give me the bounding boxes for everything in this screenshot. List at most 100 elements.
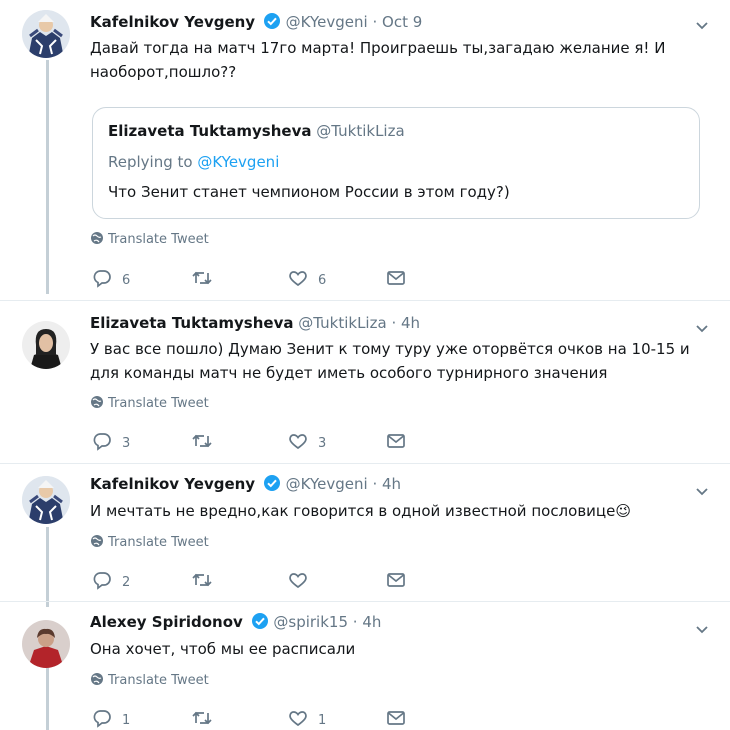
replying-to-handle[interactable]: @KYevgeni [197,153,279,171]
user-handle[interactable]: @spirik15 [273,613,348,631]
chevron-down-icon[interactable] [696,16,708,30]
avatar[interactable] [22,10,70,58]
reply-button[interactable]: 6 [92,268,130,288]
retweet-button[interactable] [191,570,223,590]
like-count: 1 [318,713,327,728]
separator-dot: · [372,13,378,31]
reply-button[interactable]: 1 [92,708,130,728]
translate-tweet-link[interactable]: Translate Tweet [90,231,209,247]
like-icon [289,271,307,287]
translate-tweet-link[interactable]: Translate Tweet [90,395,209,411]
tweet-3[interactable]: Kafelnikov Yevgeny @KYevgeni · 4h И мечт… [0,464,730,601]
chevron-down-icon[interactable] [696,482,708,496]
reply-count: 6 [122,273,131,288]
avatar[interactable] [22,620,70,668]
retweet-icon [192,711,212,725]
translate-label: Translate Tweet [108,535,209,550]
retweet-icon [192,573,212,587]
timestamp[interactable]: 4h [362,613,381,631]
chevron-down-icon[interactable] [696,319,708,333]
tweet-header: Elizaveta Tuktamysheva @TuktikLiza · 4h [90,313,420,333]
quoted-display-name: Elizaveta Tuktamysheva [108,122,312,140]
tweet-2[interactable]: Elizaveta Tuktamysheva @TuktikLiza · 4h … [0,301,730,463]
tweet-text-body: И мечтать не вредно,как говорится в одно… [90,502,616,520]
reply-icon [93,572,111,590]
reply-icon [93,710,111,728]
like-button[interactable]: 1 [288,708,326,728]
display-name[interactable]: Alexey Spiridonov [90,613,243,631]
direct-message-icon [387,271,405,285]
user-handle[interactable]: @TuktikLiza [298,314,386,332]
retweet-icon [192,434,212,448]
display-name[interactable]: Kafelnikov Yevgeny [90,475,255,493]
translate-tweet-link[interactable]: Translate Tweet [90,534,209,550]
replying-to-label: Replying to [108,153,193,171]
like-button[interactable]: 6 [288,268,326,288]
tweet-text: У вас все пошло) Думаю Зенит к тому туру… [90,340,690,382]
direct-message-icon [387,573,405,587]
timestamp[interactable]: Oct 9 [382,13,422,31]
separator-dot: · [372,475,378,493]
quoted-header: Elizaveta Tuktamysheva @TuktikLiza [108,122,405,140]
direct-message-icon [387,711,405,725]
globe-icon [91,396,103,408]
globe-icon [91,232,103,244]
timestamp[interactable]: 4h [382,475,401,493]
verified-badge-icon [263,474,281,497]
tweet-1[interactable]: Kafelnikov Yevgeny @KYevgeni · Oct 9 Дав… [0,0,730,300]
tweet-text: Давай тогда на матч 17го марта! Проиграе… [90,39,666,81]
like-icon [289,573,307,589]
wink-emoji: 😉 [615,502,631,520]
direct-message-button[interactable] [386,708,406,728]
translate-tweet-link[interactable]: Translate Tweet [90,672,209,688]
tweet-header: Kafelnikov Yevgeny @KYevgeni · 4h [90,474,401,497]
like-icon [289,434,307,450]
reply-count: 2 [122,575,131,590]
globe-icon [91,535,103,547]
reply-icon [93,433,111,451]
direct-message-button[interactable] [386,570,406,590]
quoted-tweet[interactable]: Elizaveta Tuktamysheva @TuktikLiza Reply… [92,107,700,219]
translate-label: Translate Tweet [108,396,209,411]
timestamp[interactable]: 4h [401,314,420,332]
retweet-icon [192,271,212,285]
retweet-button[interactable] [191,268,223,288]
like-button[interactable] [288,570,318,590]
reply-button[interactable]: 3 [92,431,130,451]
like-icon [289,711,307,727]
user-handle[interactable]: @KYevgeni [286,475,368,493]
translate-label: Translate Tweet [108,673,209,688]
globe-icon [91,673,103,685]
reply-icon [93,270,111,288]
tweet-4[interactable]: Alexey Spiridonov @spirik15 · 4h Она хоч… [0,602,730,730]
tweet-text: И мечтать не вредно,как говорится в одно… [90,499,700,523]
replying-to: Replying to @KYevgeni [108,153,279,171]
user-handle[interactable]: @KYevgeni [286,13,368,31]
separator-dot: · [352,613,358,631]
verified-badge-icon [263,12,281,35]
avatar[interactable] [22,476,70,524]
like-count: 6 [318,273,327,288]
quoted-text: Что Зенит станет чемпионом России в этом… [108,183,510,201]
like-count: 3 [318,436,327,451]
translate-label: Translate Tweet [108,232,209,247]
retweet-button[interactable] [191,708,223,728]
reply-count: 3 [122,436,131,451]
reply-button[interactable]: 2 [92,570,130,590]
reply-count: 1 [122,713,131,728]
quoted-handle: @TuktikLiza [316,122,405,140]
verified-badge-icon [251,612,269,635]
avatar[interactable] [22,321,70,369]
direct-message-icon [387,434,405,448]
display-name[interactable]: Kafelnikov Yevgeny [90,13,255,31]
like-button[interactable]: 3 [288,431,326,451]
direct-message-button[interactable] [386,268,406,288]
retweet-button[interactable] [191,431,223,451]
separator-dot: · [391,314,397,332]
tweet-header: Kafelnikov Yevgeny @KYevgeni · Oct 9 [90,12,422,35]
chevron-down-icon[interactable] [696,620,708,634]
tweet-header: Alexey Spiridonov @spirik15 · 4h [90,612,381,635]
tweet-text: Она хочет, чтоб мы ее расписали [90,640,356,658]
display-name[interactable]: Elizaveta Tuktamysheva [90,314,293,332]
direct-message-button[interactable] [386,431,406,451]
